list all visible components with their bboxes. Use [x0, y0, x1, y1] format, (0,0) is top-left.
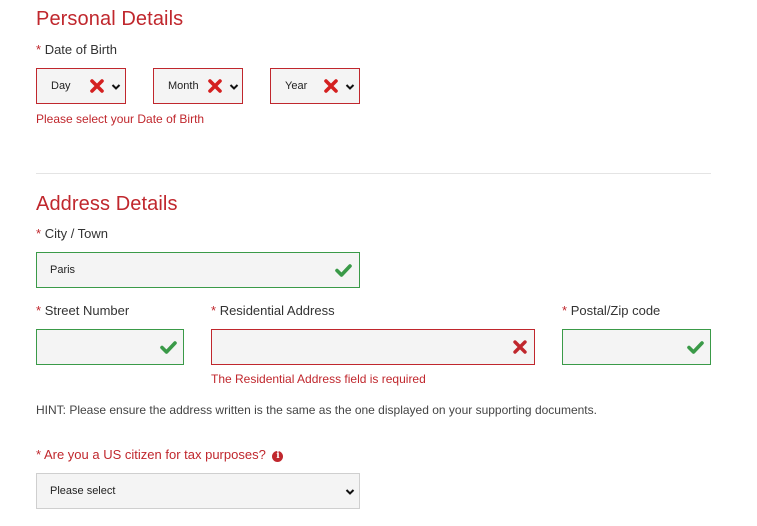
chevron-down-icon [345, 488, 355, 496]
required-asterisk: * [211, 303, 217, 318]
section-divider [36, 173, 711, 174]
day-select-value: Day [51, 80, 71, 92]
residential-address-field[interactable] [211, 329, 535, 365]
required-asterisk: * [36, 303, 42, 318]
street-number-field[interactable] [36, 329, 184, 365]
postal-code-label: * Postal/Zip code [562, 303, 660, 318]
error-x-icon [324, 79, 338, 93]
info-icon[interactable]: i [272, 451, 284, 462]
day-select[interactable]: Day [36, 68, 126, 104]
city-label: * City / Town [36, 226, 108, 241]
month-select[interactable]: Month [153, 68, 243, 104]
us-citizen-select-value: Please select [50, 485, 116, 497]
required-asterisk: * [36, 447, 42, 462]
postal-code-field[interactable] [562, 329, 711, 365]
dob-label: * Date of Birth [36, 42, 117, 57]
year-select[interactable]: Year [270, 68, 360, 104]
city-input[interactable] [37, 253, 359, 287]
required-asterisk: * [36, 42, 42, 57]
year-select-value: Year [285, 80, 308, 92]
check-icon [687, 340, 704, 354]
chevron-down-icon [345, 83, 355, 91]
chevron-down-icon [229, 83, 239, 91]
us-citizen-label-text: Are you a US citizen for tax purposes? [43, 447, 266, 462]
street-number-label-text: Street Number [44, 303, 130, 318]
street-number-label: * Street Number [36, 303, 129, 318]
dob-label-text: Date of Birth [44, 42, 117, 57]
required-asterisk: * [36, 226, 42, 241]
error-x-icon [513, 340, 527, 354]
error-x-icon [90, 79, 104, 93]
chevron-down-icon [111, 83, 121, 91]
check-icon [335, 263, 352, 277]
city-label-text: City / Town [44, 226, 109, 241]
residential-address-input[interactable] [212, 330, 534, 364]
residential-address-label: * Residential Address [211, 303, 335, 318]
postal-code-label-text: Postal/Zip code [570, 303, 661, 318]
required-asterisk: * [562, 303, 568, 318]
residential-address-error: The Residential Address field is require… [211, 372, 426, 386]
error-x-icon [208, 79, 222, 93]
residential-address-label-text: Residential Address [219, 303, 335, 318]
check-icon [160, 340, 177, 354]
us-citizen-select[interactable]: Please select [36, 473, 360, 509]
us-citizen-label: * Are you a US citizen for tax purposes?… [36, 447, 284, 462]
dob-error-message: Please select your Date of Birth [36, 112, 205, 126]
month-select-value: Month [168, 80, 199, 92]
address-hint: HINT: Please ensure the address written … [36, 403, 597, 417]
address-details-title: Address Details [36, 193, 178, 215]
personal-details-title: Personal Details [36, 8, 184, 30]
city-field[interactable] [36, 252, 360, 288]
